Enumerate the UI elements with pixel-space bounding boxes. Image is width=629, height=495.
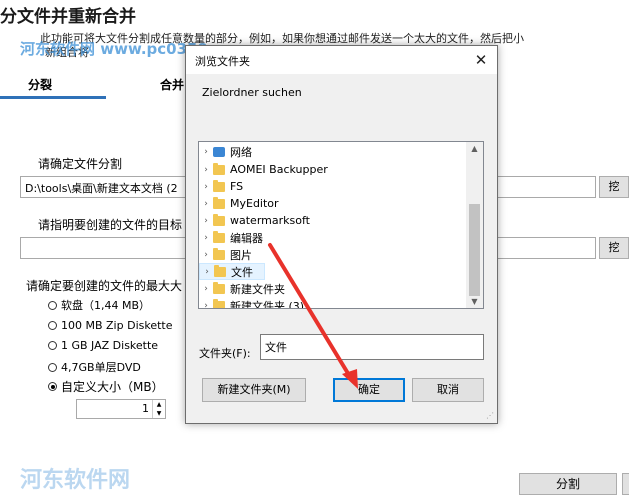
annotation-arrow: [268, 243, 358, 389]
annotation-arrow-line: [268, 243, 354, 382]
annotation-arrow-head: [342, 369, 358, 389]
